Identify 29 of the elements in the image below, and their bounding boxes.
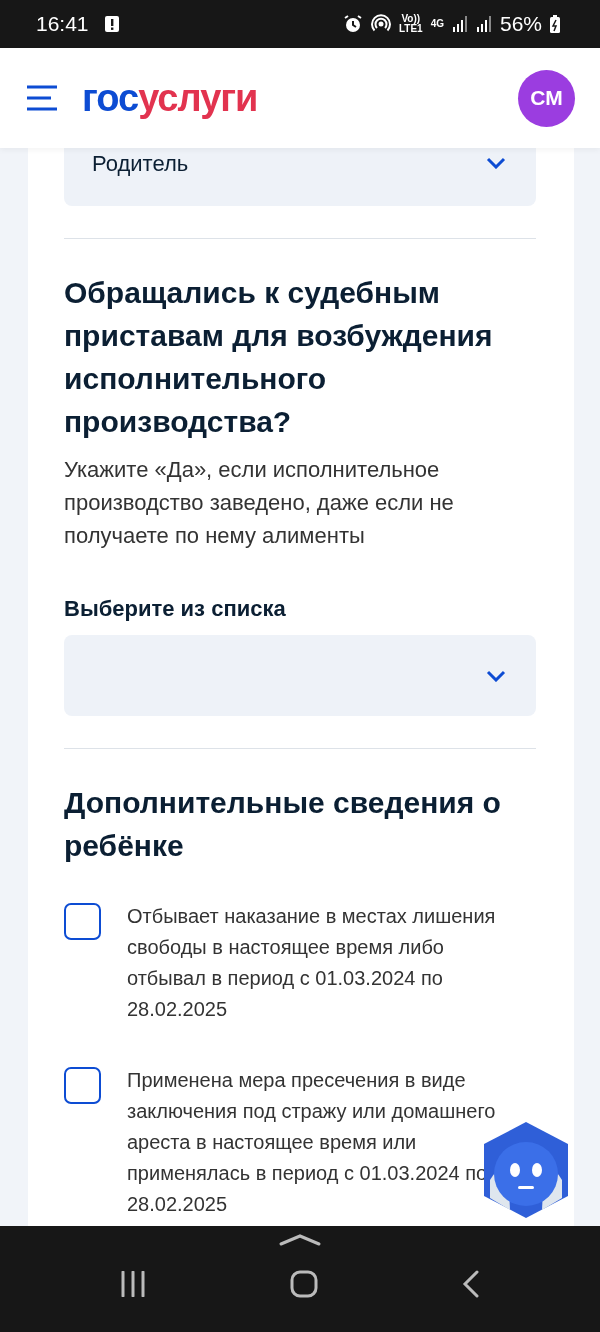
checkbox-label: Отбывает наказание в местах лишения свободы в настоящее время либо отбывал в период с 01.03.2024 по 28.02.2025 [127,904,497,1022]
menu-icon[interactable] [26,85,58,111]
chevron-down-icon [486,157,506,169]
hint-text: Укажите «Да», если исполнительное производство заведено, даже если не получаете по нему алименты [64,456,455,550]
checkbox[interactable] [64,903,101,940]
question-heading: Обращались к судебным приставам для возбуждения исполнительного производства? [64,275,494,440]
section-heading: Дополнительные сведения о ребёнке [64,785,502,864]
volte-indicator: Vo)) LTE1 [398,14,423,34]
alarm-icon [342,14,363,34]
select-field[interactable] [64,635,536,716]
recent-apps-icon[interactable] [120,1271,146,1297]
chevron-down-icon [486,669,506,682]
field-label: Выберите из списка [64,595,287,623]
network-indicator: 4G [430,19,444,29]
battery-percent: 56% [499,11,542,38]
signal-icon [451,15,468,33]
back-icon[interactable] [462,1270,480,1298]
expand-icon[interactable] [279,1234,321,1246]
signal-icon [475,15,492,33]
home-icon[interactable] [290,1270,318,1298]
logo[interactable]: госуслуги [82,69,258,127]
hotspot-icon [370,14,391,34]
user-avatar[interactable]: СМ [518,69,575,127]
battery-icon [550,15,560,33]
status-time: 16:41 [36,11,89,38]
checkbox[interactable] [64,1067,101,1104]
select-value: Родитель [92,149,189,178]
alert-icon [104,16,119,32]
select-field[interactable]: Родитель [64,148,536,206]
